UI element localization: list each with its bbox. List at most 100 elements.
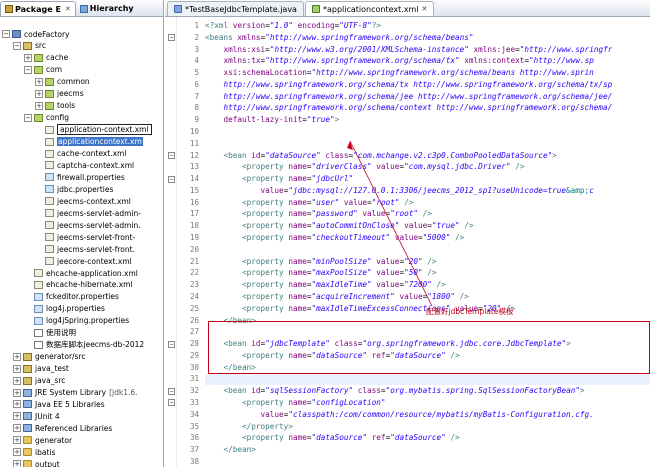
expand-icon[interactable]: + <box>35 77 43 86</box>
package-icon <box>34 113 43 122</box>
tree-item-label: config <box>46 113 69 123</box>
fold-toggle-icon[interactable]: − <box>168 399 175 407</box>
tree-item[interactable]: jeecms-servlet-front- <box>35 231 135 243</box>
tree-item[interactable]: 数据库脚本jeecms-db-2012 <box>24 339 144 351</box>
expand-icon[interactable]: + <box>13 424 21 433</box>
expand-icon[interactable]: + <box>13 412 21 421</box>
expand-icon[interactable]: + <box>13 352 21 361</box>
tree-item[interactable]: captcha-context.xml <box>35 159 134 171</box>
tree-item[interactable]: log4j.properties <box>24 303 105 315</box>
expand-icon[interactable]: + <box>13 460 21 467</box>
tree-item[interactable]: + ibatis <box>13 446 55 458</box>
expand-icon[interactable]: + <box>13 364 21 373</box>
tree-item[interactable]: jeecms-servlet-front. <box>35 243 135 255</box>
code-token: name <box>288 350 307 360</box>
line-number: 20 <box>189 244 199 254</box>
expand-icon[interactable]: + <box>13 376 21 385</box>
tree-item[interactable]: jeecms-servlet-admin. <box>35 219 141 231</box>
expand-icon[interactable]: + <box>13 400 21 409</box>
tree-item-label: output <box>35 459 60 467</box>
code-area[interactable]: <?xml version="1.0" encoding="UTF-8"?> <b… <box>199 17 650 467</box>
tree-item[interactable]: 使用说明 <box>24 327 76 339</box>
code-token: "user" <box>311 197 340 207</box>
tree-item[interactable]: − com <box>24 64 62 76</box>
tree-item[interactable]: + generator/src <box>13 351 86 363</box>
code-token: "http://www.springframework.org/schema/b… <box>311 68 594 78</box>
code-token: name <box>288 433 307 443</box>
code-token: "dataSource" <box>390 433 446 443</box>
tree-item[interactable]: + Referenced Libraries <box>13 422 112 434</box>
tree-item[interactable]: fckeditor.properties <box>24 291 119 303</box>
tree-item[interactable]: + JUnit 4 <box>13 410 60 422</box>
tab-hierarchy[interactable]: Hierarchy <box>76 1 138 16</box>
collapse-icon[interactable]: − <box>24 113 32 122</box>
tree-item[interactable]: + common <box>35 76 90 88</box>
fold-toggle-icon[interactable]: − <box>168 34 175 42</box>
tree-item-label: JUnit 4 <box>35 411 60 421</box>
tree-item[interactable]: − src <box>13 40 46 52</box>
tab-applicationcontext-xml[interactable]: *applicationcontext.xml ✕ <box>304 1 435 16</box>
code-line: <property name="password" value="root" /… <box>205 208 432 220</box>
fold-toggle-icon[interactable]: − <box>168 175 175 183</box>
collapse-icon[interactable]: − <box>13 41 21 50</box>
tree-item[interactable]: + java_src <box>13 375 65 387</box>
expand-icon[interactable]: + <box>13 388 21 397</box>
library-icon <box>23 424 32 433</box>
expand-icon[interactable]: + <box>35 101 43 110</box>
expand-icon[interactable]: + <box>24 53 32 62</box>
tree-item[interactable]: + java_test <box>13 363 69 375</box>
close-icon[interactable]: ✕ <box>422 5 428 13</box>
tree-item[interactable]: + output <box>13 458 60 467</box>
code-token: value <box>362 209 386 219</box>
tree-item[interactable]: ehcache-hibernate.xml <box>24 279 133 291</box>
tree-item[interactable]: + JRE System Library [jdk1.6. <box>13 387 138 399</box>
line-number: 28 <box>189 339 199 349</box>
tree-item[interactable]: log4jSpring.properties <box>24 315 129 327</box>
expand-icon[interactable]: + <box>35 89 43 98</box>
tab-testbasejdbctemplate-java[interactable]: *TestBaseJdbcTemplate.java <box>167 1 304 16</box>
xml-icon <box>45 125 54 134</box>
tree-item[interactable]: jeecore-context.xml <box>35 255 132 267</box>
fold-toggle-icon[interactable]: − <box>168 387 175 395</box>
tree-item[interactable]: + Java EE 5 Libraries <box>13 398 105 410</box>
folder-icon <box>23 460 32 467</box>
tree-item[interactable]: + jeecms <box>35 88 84 100</box>
code-line: <property name="driverClass" value="com.… <box>205 161 524 173</box>
tree-item[interactable]: applicationcontext.xm <box>35 136 143 148</box>
tree-item[interactable]: − config <box>24 112 69 124</box>
code-token: xml <box>214 21 233 30</box>
tree-item[interactable]: firewall.properties <box>35 171 125 183</box>
tree-item[interactable]: jeecms-context.xml <box>35 195 131 207</box>
tree-item[interactable]: ehcache-application.xml <box>24 267 138 279</box>
code-token: /> <box>464 221 474 231</box>
fold-toggle-icon[interactable]: − <box>168 340 175 348</box>
line-number: 35 <box>189 421 199 431</box>
code-line: xmlns:xsi="http://www.w3.org/2001/XMLSch… <box>205 44 613 56</box>
tree-item-label: Referenced Libraries <box>35 423 113 433</box>
code-token: <property <box>242 397 289 407</box>
code-token: name <box>288 233 307 243</box>
expand-icon[interactable]: + <box>13 436 21 445</box>
collapse-icon[interactable]: − <box>24 65 32 74</box>
tree-item[interactable]: + cache <box>24 52 68 64</box>
tree-item[interactable]: jdbc.properties <box>35 183 113 195</box>
tab-package-explorer[interactable]: Package E ✕ <box>0 1 76 16</box>
tree-item[interactable]: − codeFactory <box>2 28 69 40</box>
tree-item[interactable]: jeecms-servlet-admin- <box>35 207 141 219</box>
fold-toggle-icon[interactable]: − <box>168 152 175 160</box>
tree-item[interactable]: + tools <box>35 100 75 112</box>
tree-item[interactable]: application-context.xml <box>35 124 152 136</box>
code-token: id <box>251 150 261 160</box>
tree-item[interactable]: cache-context.xml <box>35 148 126 160</box>
close-icon[interactable]: ✕ <box>65 5 71 13</box>
tree-item-label: 数据库脚本jeecms-db-2012 <box>46 340 145 350</box>
tree-item[interactable]: + generator <box>13 434 72 446</box>
collapse-icon[interactable]: − <box>2 30 10 38</box>
expand-icon[interactable]: + <box>13 448 21 457</box>
